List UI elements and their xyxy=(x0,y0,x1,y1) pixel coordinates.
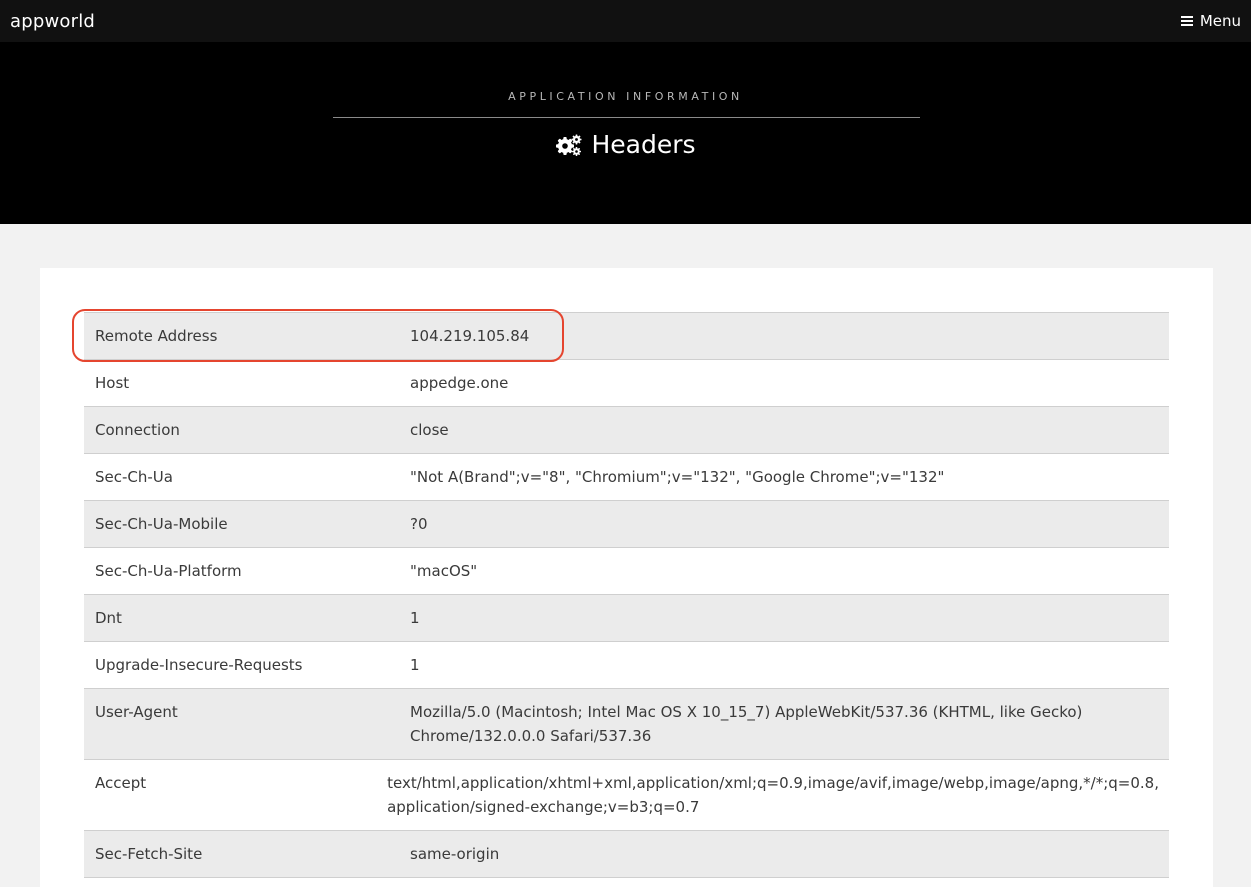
header-divider xyxy=(333,117,920,118)
header-name: User-Agent xyxy=(95,703,178,721)
header-value: appedge.one xyxy=(410,374,509,392)
header-value: "Not A(Brand";v="8", "Chromium";v="132",… xyxy=(410,468,945,486)
menu-button[interactable]: Menu xyxy=(1180,12,1241,30)
header-name: Remote Address xyxy=(95,327,218,345)
header-value: ?0 xyxy=(410,515,428,533)
table-row: Accept text/html,application/xhtml+xml,ap… xyxy=(84,760,1169,831)
page-title-wrapper: Headers xyxy=(0,130,1251,159)
table-row: Connection close xyxy=(84,407,1169,454)
table-row: Dnt 1 xyxy=(84,595,1169,642)
header-name: Dnt xyxy=(95,609,122,627)
appworld-logo[interactable]: appworld xyxy=(10,11,95,32)
header-value: same-origin xyxy=(410,845,500,863)
header-name: Connection xyxy=(95,421,180,439)
table-row: Upgrade-Insecure-Requests 1 xyxy=(84,642,1169,689)
header-name: Upgrade-Insecure-Requests xyxy=(95,656,303,674)
header-value: text/html,application/xhtml+xml,applicat… xyxy=(387,774,1159,816)
page-header: APPLICATION INFORMATION Headers xyxy=(0,42,1251,224)
top-navigation-bar: appworld Menu xyxy=(0,0,1251,42)
header-value: "macOS" xyxy=(410,562,478,580)
header-value: close xyxy=(410,421,449,439)
header-name: Sec-Ch-Ua-Platform xyxy=(95,562,242,580)
headers-panel: Remote Address 104.219.105.84 Host appedge.… xyxy=(40,268,1213,887)
gears-icon xyxy=(556,134,582,156)
table-row: Remote Address 104.219.105.84 xyxy=(84,313,1169,360)
header-value: 1 xyxy=(410,609,420,627)
hamburger-icon xyxy=(1180,16,1193,26)
header-name: Sec-Ch-Ua-Mobile xyxy=(95,515,228,533)
table-row: Sec-Ch-Ua-Mobile ?0 xyxy=(84,501,1169,548)
header-name: Sec-Fetch-Site xyxy=(95,845,203,863)
header-name: Host xyxy=(95,374,130,392)
menu-label: Menu xyxy=(1199,12,1241,30)
table-row: Sec-Ch-Ua-Platform "macOS" xyxy=(84,548,1169,595)
table-row: Sec-Ch-Ua "Not A(Brand";v="8", "Chromium"… xyxy=(84,454,1169,501)
table-row: Host appedge.one xyxy=(84,360,1169,407)
table-row: User-Agent Mozilla/5.0 (Macintosh; Intel … xyxy=(84,689,1169,760)
page-title: Headers xyxy=(591,130,696,159)
header-value: 104.219.105.84 xyxy=(410,327,530,345)
header-name: Sec-Ch-Ua xyxy=(95,468,173,486)
headers-table: Remote Address 104.219.105.84 Host appedge.… xyxy=(84,312,1169,878)
header-name: Accept xyxy=(95,774,147,792)
page-eyebrow: APPLICATION INFORMATION xyxy=(508,90,743,103)
table-row: Sec-Fetch-Site same-origin xyxy=(84,831,1169,878)
header-value: Mozilla/5.0 (Macintosh; Intel Mac OS X 1… xyxy=(410,703,1083,745)
header-value: 1 xyxy=(410,656,420,674)
